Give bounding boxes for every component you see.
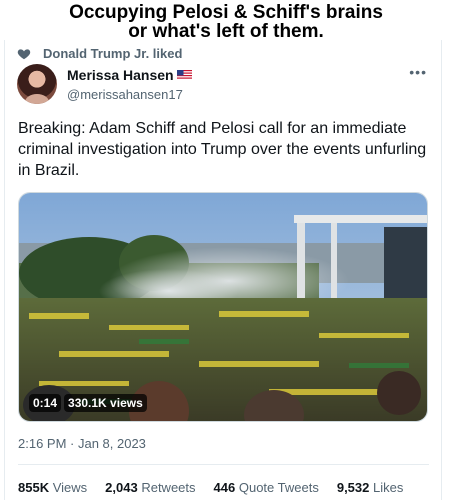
stat-likes-count: 9,532 xyxy=(336,480,370,495)
stat-views[interactable]: 855K Views xyxy=(18,480,87,495)
meme-caption: Occupying Pelosi & Schiff's brains or wh… xyxy=(0,3,452,41)
divider xyxy=(18,464,429,465)
stat-quote-tweets[interactable]: 446 Quote Tweets xyxy=(214,480,319,495)
stat-retweets[interactable]: 2,043 Retweets xyxy=(105,480,195,495)
social-context-label: Donald Trump Jr. liked xyxy=(43,46,183,61)
stat-likes[interactable]: 9,532 Likes xyxy=(337,480,404,495)
video-player[interactable]: 0:14 330.1K views xyxy=(18,192,428,422)
video-badge: 0:14 330.1K views xyxy=(29,394,147,412)
video-views: 330.1K views xyxy=(64,394,147,412)
more-options-icon[interactable]: ••• xyxy=(409,64,427,80)
heart-icon xyxy=(17,48,31,59)
us-flag-icon xyxy=(176,70,192,80)
video-thumbnail xyxy=(19,193,427,421)
caption-line-2: or what's left of them. xyxy=(128,21,324,42)
author-display-name[interactable]: Merissa Hansen xyxy=(67,67,174,83)
stat-views-label: Views xyxy=(52,480,88,495)
video-duration: 0:14 xyxy=(29,394,62,412)
tweet-timestamp[interactable]: 2:16 PM · Jan 8, 2023 xyxy=(18,436,146,451)
stat-quote-tweets-label: Quote Tweets xyxy=(238,480,319,495)
stat-retweets-count: 2,043 xyxy=(105,480,138,495)
stat-likes-label: Likes xyxy=(373,480,404,495)
stat-quote-tweets-count: 446 xyxy=(213,480,236,495)
social-context[interactable]: Donald Trump Jr. liked xyxy=(17,46,182,61)
author-handle[interactable]: @merissahansen17 xyxy=(67,87,192,102)
engagement-stats: 855K Views 2,043 Retweets 446 Quote Twee… xyxy=(18,480,403,495)
tweet-text: Breaking: Adam Schiff and Pelosi call fo… xyxy=(18,120,427,179)
tweet-card[interactable]: Donald Trump Jr. liked Merissa Hansen @m… xyxy=(4,40,442,500)
stat-views-count: 855K xyxy=(18,480,50,495)
author-block[interactable]: Merissa Hansen @merissahansen17 xyxy=(67,67,192,102)
stat-retweets-label: Retweets xyxy=(141,480,196,495)
caption-line-1: Occupying Pelosi & Schiff's brains xyxy=(69,2,383,23)
avatar[interactable] xyxy=(17,64,57,104)
